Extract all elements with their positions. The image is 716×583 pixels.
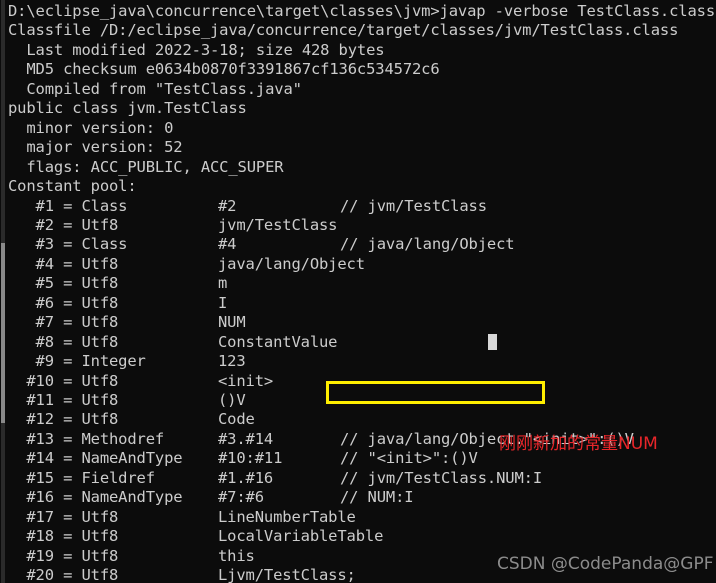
console-line-col-a: Constant pool: [8, 177, 137, 196]
console-line: #18 = Utf8 LocalVariableTable [0, 527, 716, 547]
console-line-col-b: #7:#6 [218, 488, 264, 507]
console-line-col-b: LocalVariableTable [218, 527, 384, 546]
console-line: D:\eclipse_java\concurrence\target\class… [0, 2, 716, 22]
console-line-col-b: 123 [218, 352, 246, 371]
console-line-col-a: #16 = NameAndType [8, 488, 183, 507]
console-line-col-c: // jvm/TestClass [340, 196, 487, 215]
terminal-window: D:\eclipse_java\concurrence\target\class… [0, 0, 716, 583]
console-line-col-c: // jvm/TestClass.NUM:I [340, 468, 542, 487]
watermark-label: CSDN @CodePanda@GPF [497, 554, 714, 574]
console-line-col-b: Ljvm/TestClass; [218, 566, 356, 583]
console-line-col-a: Classfile /D:/eclipse_java/concurrence/t… [8, 21, 679, 40]
console-line-col-b: ConstantValue [218, 332, 338, 351]
console-line-col-a: major version: 52 [8, 138, 183, 157]
console-line-col-a: #10 = Utf8 [8, 371, 119, 390]
console-line-col-b: this [218, 546, 255, 565]
text-cursor [488, 334, 497, 350]
console-line-col-a: #20 = Utf8 [8, 566, 119, 583]
console-line-col-a: #18 = Utf8 [8, 527, 119, 546]
console-line-col-a: #6 = Utf8 [8, 293, 119, 312]
console-line: Classfile /D:/eclipse_java/concurrence/t… [0, 21, 716, 41]
console-line: MD5 checksum e0634b0870f3391867cf136c534… [0, 60, 716, 80]
console-line-col-b: java/lang/Object [218, 254, 365, 273]
console-line: major version: 52 [0, 138, 716, 158]
console-line: minor version: 0 [0, 119, 716, 139]
console-line: #15 = Fieldref #1.#16 // jvm/TestClass.NUM… [0, 469, 716, 489]
console-line-col-b: NUM [218, 313, 246, 332]
console-line: #10 = Utf8 <init> [0, 372, 716, 392]
console-line-col-a: #7 = Utf8 [8, 313, 119, 332]
console-line-col-b: Code [218, 410, 255, 429]
console-line-col-b: #1.#16 [218, 468, 274, 487]
console-line: #6 = Utf8 I [0, 294, 716, 314]
console-line-col-a: #17 = Utf8 [8, 507, 119, 526]
console-line-col-a: minor version: 0 [8, 118, 174, 137]
console-line-col-a: #2 = Utf8 [8, 215, 119, 234]
console-line-col-a: #13 = Methodref [8, 429, 165, 448]
console-line-col-b: #10:#11 [218, 449, 283, 468]
console-line-col-a: public class jvm.TestClass [8, 99, 247, 118]
console-line-col-a: #19 = Utf8 [8, 546, 119, 565]
console-line: #3 = Class #4 // java/lang/Object [0, 235, 716, 255]
console-line-col-c: // NUM:I [340, 488, 414, 507]
console-line-col-b: #4 [218, 235, 237, 254]
console-line-col-a: D:\eclipse_java\concurrence\target\class… [8, 2, 715, 20]
console-line-col-a: #15 = Fieldref [8, 468, 155, 487]
console-line-col-a: #11 = Utf8 [8, 391, 119, 409]
console-line-col-b: ()V [218, 391, 246, 409]
console-line-col-b: I [218, 293, 228, 312]
console-line-col-a: #5 = Utf8 [8, 274, 119, 293]
console-line: #8 = Utf8 ConstantValue [0, 333, 716, 353]
console-line-col-b: LineNumberTable [218, 507, 356, 526]
console-line: #7 = Utf8 NUM [0, 313, 716, 333]
console-line-col-b: #3.#14 [218, 429, 274, 448]
console-line-col-a: #1 = Class [8, 196, 128, 215]
console-line-col-a: #14 = NameAndType [8, 449, 183, 468]
console-line: #5 = Utf8 m [0, 274, 716, 294]
console-line: #16 = NameAndType #7:#6 // NUM:I [0, 488, 716, 508]
console-line-col-a: flags: ACC_PUBLIC, ACC_SUPER [8, 157, 284, 176]
console-line: #12 = Utf8 Code [0, 410, 716, 430]
console-line-col-a: #8 = Utf8 [8, 332, 119, 351]
console-line: #4 = Utf8 java/lang/Object [0, 255, 716, 275]
console-line: Constant pool: [0, 177, 716, 197]
console-line-col-a: #4 = Utf8 [8, 254, 119, 273]
console-line: public class jvm.TestClass [0, 99, 716, 119]
console-line-col-a: #9 = Integer [8, 352, 146, 371]
console-line: #1 = Class #2 // jvm/TestClass [0, 197, 716, 217]
console-line-col-b: jvm/TestClass [218, 215, 338, 234]
console-output: D:\eclipse_java\concurrence\target\class… [0, 0, 716, 583]
console-line-col-a: #12 = Utf8 [8, 410, 119, 429]
console-line: Compiled from "TestClass.java" [0, 80, 716, 100]
console-line-col-a: Last modified 2022-3-18; size 428 bytes [8, 40, 385, 59]
console-line-col-a: Compiled from "TestClass.java" [8, 79, 302, 98]
console-line: flags: ACC_PUBLIC, ACC_SUPER [0, 158, 716, 178]
console-line-col-a: MD5 checksum e0634b0870f3391867cf136c534… [8, 60, 440, 79]
console-line: #9 = Integer 123 [0, 352, 716, 372]
console-line: #2 = Utf8 jvm/TestClass [0, 216, 716, 236]
console-line: #11 = Utf8 ()V [0, 391, 716, 411]
console-line-col-b: m [218, 274, 228, 293]
console-line-col-a: #3 = Class [8, 235, 128, 254]
console-line-col-b: <init> [218, 371, 274, 390]
console-line-col-c: // "<init>":()V [340, 449, 478, 468]
console-line-col-b: #2 [218, 196, 237, 215]
console-line: Last modified 2022-3-18; size 428 bytes [0, 41, 716, 61]
console-line: #17 = Utf8 LineNumberTable [0, 508, 716, 528]
console-line-col-c: // java/lang/Object [340, 235, 515, 254]
red-annotation-label: 刚刚新加的常量NUM [499, 434, 658, 454]
